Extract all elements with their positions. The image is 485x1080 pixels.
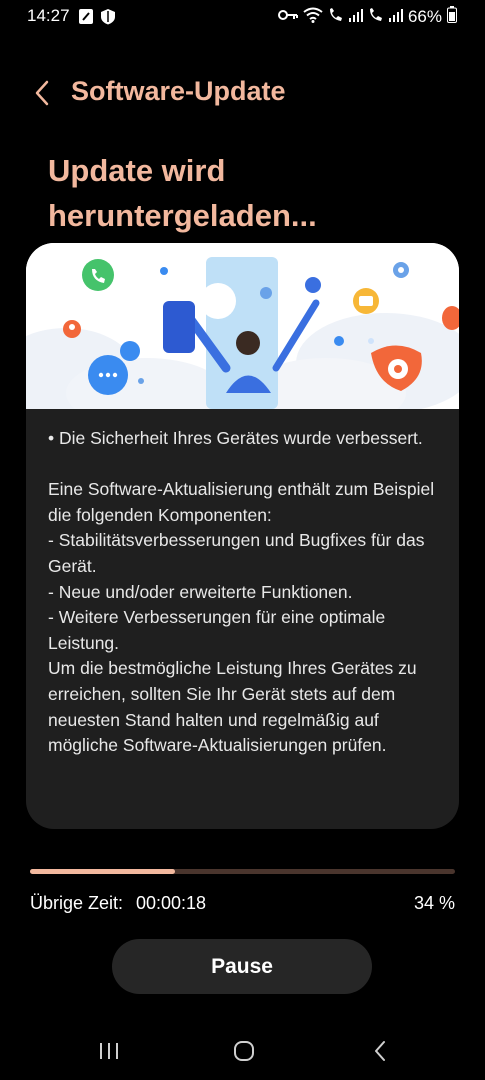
- signal-icon-2: [388, 7, 403, 27]
- battery-icon: [447, 6, 457, 28]
- call-icon: [328, 7, 344, 28]
- back-nav-button[interactable]: [360, 1036, 400, 1066]
- navigation-bar: [0, 1020, 485, 1080]
- back-arrow-icon: [35, 80, 49, 106]
- page-title: Software-Update: [71, 76, 286, 106]
- call-icon-2: [368, 7, 384, 28]
- status-left-icons: [78, 8, 116, 30]
- back-button[interactable]: [26, 76, 58, 110]
- screen: 14:27 66% Software-Update Update wird he…: [0, 0, 485, 1080]
- recents-icon: [100, 1043, 118, 1059]
- status-right: 66%: [277, 6, 457, 28]
- recents-button[interactable]: [89, 1036, 129, 1066]
- notification-icon: [78, 8, 94, 30]
- wifi-icon: [303, 7, 323, 28]
- download-progress-fill: [30, 869, 175, 874]
- status-time: 14:27: [27, 6, 70, 25]
- progress-percent: 34 %: [413, 893, 455, 913]
- back-nav-icon: [375, 1041, 385, 1061]
- update-status-heading: Update wird heruntergeladen...: [48, 153, 317, 233]
- signal-icon: [348, 7, 363, 27]
- home-button[interactable]: [224, 1036, 264, 1066]
- update-illustration: [26, 243, 459, 428]
- remaining-time-label: Übrige Zeit:: [30, 893, 124, 913]
- key-icon: [277, 7, 298, 27]
- status-bar: 14:27 66%: [0, 0, 485, 34]
- battery-percent: 66%: [407, 7, 442, 26]
- release-notes-card: • Die Sicherheit Ihres Gerätes wurde ver…: [26, 243, 459, 829]
- remaining-time-value: 00:00:18: [136, 893, 207, 913]
- home-icon: [234, 1041, 254, 1061]
- download-progress-bar: [30, 869, 455, 874]
- shield-icon: [100, 8, 116, 30]
- pause-button[interactable]: Pause: [112, 939, 372, 994]
- release-notes-text: • Die Sicherheit Ihres Gerätes wurde ver…: [48, 428, 435, 756]
